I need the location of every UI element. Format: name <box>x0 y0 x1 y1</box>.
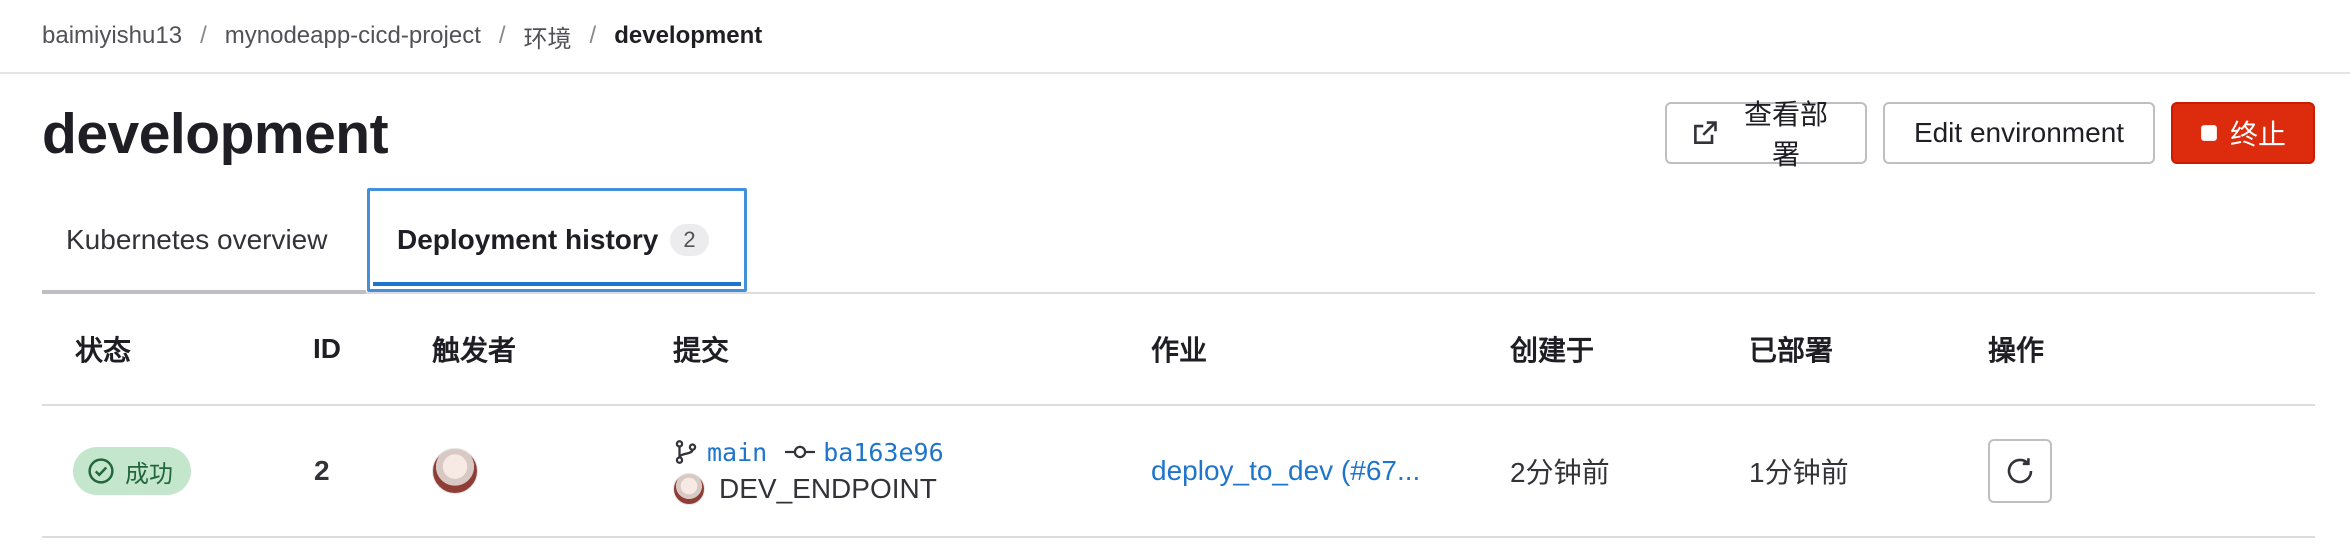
external-link-icon <box>1691 119 1719 147</box>
commit-icon <box>785 441 816 463</box>
actions-cell <box>1988 406 2052 536</box>
commit-cell: main ba163e96 DEV_ENDPOINT <box>673 406 944 536</box>
header-status: 状态 <box>75 335 132 366</box>
stop-label: 终止 <box>2229 119 2286 150</box>
header-triggerer: 触发者 <box>432 335 517 366</box>
breadcrumb: baimiyishu13 / mynodeapp-cicd-project / … <box>42 0 762 72</box>
header-job: 作业 <box>1151 335 1208 366</box>
retry-icon <box>2004 455 2036 487</box>
header-created: 创建于 <box>1510 335 1595 366</box>
created-time: 2分钟前 <box>1510 457 1610 488</box>
deployment-count-badge: 2 <box>670 224 709 256</box>
status-cell: 成功 <box>73 406 191 536</box>
commit-sha-link[interactable]: ba163e96 <box>823 438 943 467</box>
avatar[interactable] <box>432 448 478 494</box>
breadcrumb-separator: / <box>589 22 597 49</box>
edit-environment-button[interactable]: Edit environment <box>1883 102 2155 164</box>
tab-deployment-history[interactable]: Deployment history 2 <box>367 188 747 292</box>
table-row: 成功 2 main ba163e96 DEV_ENDPOINT deploy_t… <box>42 406 2315 538</box>
page-title: development <box>42 102 389 166</box>
commit-title-link[interactable]: DEV_ENDPOINT <box>719 473 937 505</box>
stop-environment-button[interactable]: 终止 <box>2171 102 2315 164</box>
breadcrumb-item-user[interactable]: baimiyishu13 <box>42 22 182 50</box>
triggerer-cell <box>432 406 478 536</box>
stop-icon <box>2200 124 2218 142</box>
breadcrumb-separator: / <box>200 22 207 49</box>
deployment-id: 2 <box>314 455 330 486</box>
redeploy-button[interactable] <box>1988 439 2052 503</box>
deployed-time: 1分钟前 <box>1749 457 1849 488</box>
status-badge[interactable]: 成功 <box>73 447 191 495</box>
header-divider <box>0 72 2350 74</box>
check-circle-icon <box>87 457 115 485</box>
breadcrumb-item-environments[interactable]: 环境 <box>524 19 572 54</box>
branch-link[interactable]: main <box>707 438 767 467</box>
breadcrumb-item-project[interactable]: mynodeapp-cicd-project <box>225 22 481 50</box>
branch-icon <box>673 439 699 465</box>
view-deployment-button[interactable]: 查看部署 <box>1665 99 1867 170</box>
breadcrumb-item-current[interactable]: development <box>614 22 762 50</box>
status-label: 成功 <box>125 460 173 488</box>
header-commit: 提交 <box>673 335 730 366</box>
tab-label: Kubernetes overview <box>66 224 328 255</box>
header-id: ID <box>313 333 341 364</box>
environment-tabs: Kubernetes overview Deployment history 2 <box>42 188 2315 294</box>
deployments-table-header: 状态 ID 触发者 提交 作业 创建于 已部署 操作 <box>42 294 2315 406</box>
avatar[interactable] <box>673 472 705 505</box>
job-link[interactable]: deploy_to_dev (#67... <box>1151 455 1420 487</box>
environment-actions: 查看部署 Edit environment 终止 <box>1665 99 2315 170</box>
breadcrumb-separator: / <box>498 22 506 49</box>
tab-label: Deployment history <box>397 224 659 255</box>
tab-kubernetes-overview[interactable]: Kubernetes overview <box>42 188 366 294</box>
view-deployment-label: 查看部署 <box>1743 99 1828 170</box>
header-deployed: 已部署 <box>1749 335 1834 366</box>
header-actions: 操作 <box>1988 335 2045 366</box>
job-cell: deploy_to_dev (#67... <box>1151 406 1420 536</box>
